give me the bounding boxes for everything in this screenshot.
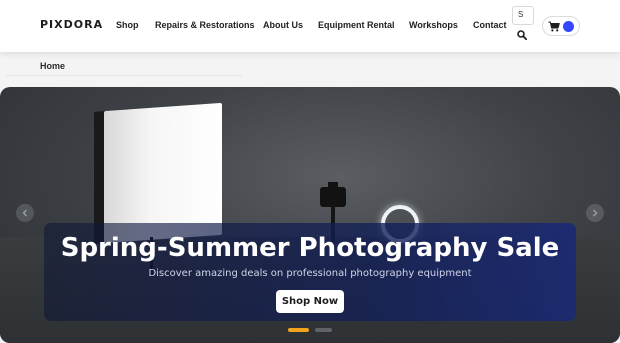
carousel-next-button[interactable] xyxy=(586,204,604,222)
nav-repairs-restorations[interactable]: Repairs & Restorations xyxy=(155,20,255,30)
breadcrumb-divider xyxy=(6,75,242,76)
hero-title: Spring-Summer Photography Sale xyxy=(60,233,560,263)
carousel-prev-button[interactable] xyxy=(16,204,34,222)
cart-count-badge xyxy=(563,21,574,32)
carousel-dot-active[interactable] xyxy=(288,328,309,332)
carousel-dot[interactable] xyxy=(315,328,332,332)
chevron-right-icon xyxy=(593,209,598,217)
nav-equipment-rental[interactable]: Equipment Rental xyxy=(318,20,395,30)
chevron-left-icon xyxy=(22,209,27,217)
search-input[interactable]: S xyxy=(512,6,534,25)
nav-workshops[interactable]: Workshops xyxy=(409,20,458,30)
search-icon xyxy=(516,30,527,40)
hero-subtitle: Discover amazing deals on professional p… xyxy=(148,268,472,279)
search-button[interactable] xyxy=(511,26,532,44)
nav-contact[interactable]: Contact xyxy=(473,20,507,30)
hero-caption: Spring-Summer Photography Sale Discover … xyxy=(44,223,576,321)
shop-now-button[interactable]: Shop Now xyxy=(276,290,344,313)
breadcrumb-home[interactable]: Home xyxy=(40,61,65,71)
camera-body xyxy=(320,187,346,207)
nav-shop[interactable]: Shop xyxy=(116,20,139,30)
cart-button[interactable] xyxy=(542,16,580,36)
cart-icon xyxy=(548,21,560,32)
nav-about-us[interactable]: About Us xyxy=(263,20,303,30)
brand-logo[interactable]: PIXDORA xyxy=(40,18,103,31)
site-header: PIXDORA Shop Repairs & Restorations Abou… xyxy=(0,0,620,52)
hero-carousel: Spring-Summer Photography Sale Discover … xyxy=(0,87,620,343)
